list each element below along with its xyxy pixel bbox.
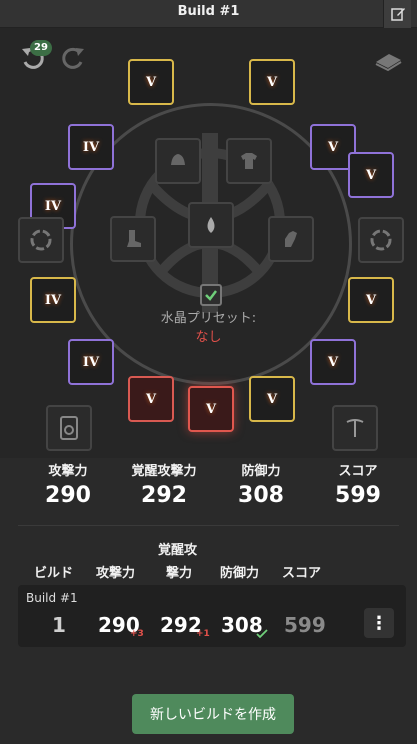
gear-slot-belt[interactable]: IV	[68, 339, 114, 385]
build-score: 599	[284, 613, 326, 637]
crystal-preset-label: 水晶プリセット:	[160, 311, 257, 326]
gear-slot-helmet[interactable]: V	[128, 59, 174, 105]
edit-button[interactable]	[383, 0, 411, 28]
gear-slot-main-weapon[interactable]: V	[128, 376, 174, 422]
gear-slot-ring-right[interactable]: V	[310, 339, 356, 385]
crystal-icon	[207, 217, 215, 233]
artifact-card-slot[interactable]	[46, 405, 92, 451]
pickaxe-icon	[346, 419, 364, 437]
tool-slot[interactable]	[332, 405, 378, 451]
redo-button[interactable]	[58, 44, 88, 72]
stat-value: 599	[335, 483, 381, 508]
gear-slot-sub-weapon[interactable]: V	[249, 376, 295, 422]
stat-label: 覚醒攻撃力	[131, 464, 197, 479]
edit-icon	[390, 8, 405, 21]
table-row[interactable]: Build #1 1 290 +3 292 +1 308 599 ⋮	[18, 585, 406, 647]
empty-slot-artifact-left[interactable]	[18, 217, 64, 263]
build-aap-delta: +1	[196, 629, 210, 639]
book-icon	[375, 54, 402, 72]
stat-label: 防御力	[241, 464, 281, 479]
hat-icon	[171, 154, 185, 165]
crystal-preset-value[interactable]: なし	[0, 326, 417, 345]
header-ap: 攻撃力	[96, 566, 136, 581]
enhance-level: IV	[44, 292, 62, 308]
stat-value: 290	[45, 483, 91, 508]
divider	[18, 525, 399, 526]
enhance-level: V	[145, 74, 157, 90]
shirt-icon	[241, 153, 257, 169]
check-icon	[205, 290, 217, 301]
card-icon	[60, 416, 78, 440]
boot-icon	[127, 230, 141, 247]
crystal-slot[interactable]	[188, 202, 234, 248]
preset-book-button[interactable]	[372, 46, 404, 74]
gear-panel: 29 V V IV V IV IV V V IV V V V V	[0, 28, 417, 458]
build-index: 1	[52, 613, 66, 637]
stat-aap: 覚醒攻撃力 292	[118, 460, 210, 508]
window-title: Build #1	[177, 4, 240, 19]
enhance-level: IV	[82, 354, 100, 370]
stat-dp: 防御力 308	[231, 460, 291, 508]
header-score: スコア	[282, 566, 322, 581]
enhance-level: IV	[44, 198, 62, 214]
crystal-preset-checkbox[interactable]	[200, 284, 222, 306]
enhance-level: V	[365, 292, 377, 308]
header-aap-line1: 覚醒攻	[158, 543, 198, 558]
enhance-level: IV	[82, 139, 100, 155]
undo-count-badge: 29	[30, 40, 52, 56]
circle-slot-icon	[370, 229, 392, 251]
build-name: Build #1	[26, 591, 78, 605]
enhance-level: V	[365, 167, 377, 183]
gear-slot-earring-right[interactable]: V	[348, 152, 394, 198]
kebab-menu-icon: ⋮	[370, 612, 388, 634]
enhance-level: V	[266, 74, 278, 90]
header-aap-line2: 撃力	[166, 566, 193, 581]
costume-slot-outfit[interactable]	[226, 138, 272, 184]
empty-slot-artifact-right[interactable]	[358, 217, 404, 263]
redo-icon	[62, 47, 84, 69]
enhance-level: V	[266, 391, 278, 407]
title-bar: Build #1	[0, 0, 417, 28]
gear-slot-ring-left[interactable]: IV	[68, 124, 114, 170]
stat-score: スコア 599	[328, 460, 388, 508]
header-build: ビルド	[34, 566, 74, 581]
check-icon	[256, 629, 268, 639]
stat-label: 攻撃力	[48, 464, 88, 479]
header-dp: 防御力	[220, 566, 260, 581]
enhance-level: V	[327, 354, 339, 370]
glove-icon	[285, 231, 297, 247]
enhance-level: V	[205, 401, 217, 417]
circle-slot-icon	[30, 229, 52, 251]
stat-value: 292	[141, 483, 187, 508]
row-menu-button[interactable]: ⋮	[364, 608, 394, 638]
gear-slot-awakening-weapon[interactable]: V	[188, 386, 234, 432]
stat-value: 308	[238, 483, 284, 508]
stat-label: スコア	[338, 464, 378, 479]
create-build-button[interactable]: 新しいビルドを作成	[132, 694, 294, 734]
costume-slot-hat[interactable]	[155, 138, 201, 184]
costume-slot-gloves[interactable]	[268, 216, 314, 262]
stat-ap: 攻撃力 290	[38, 460, 98, 508]
gear-slot-armor[interactable]: V	[249, 59, 295, 105]
enhance-level: V	[145, 391, 157, 407]
costume-slot-shoes[interactable]	[110, 216, 156, 262]
build-ap-delta: +3	[130, 629, 144, 639]
enhance-level: V	[327, 139, 339, 155]
